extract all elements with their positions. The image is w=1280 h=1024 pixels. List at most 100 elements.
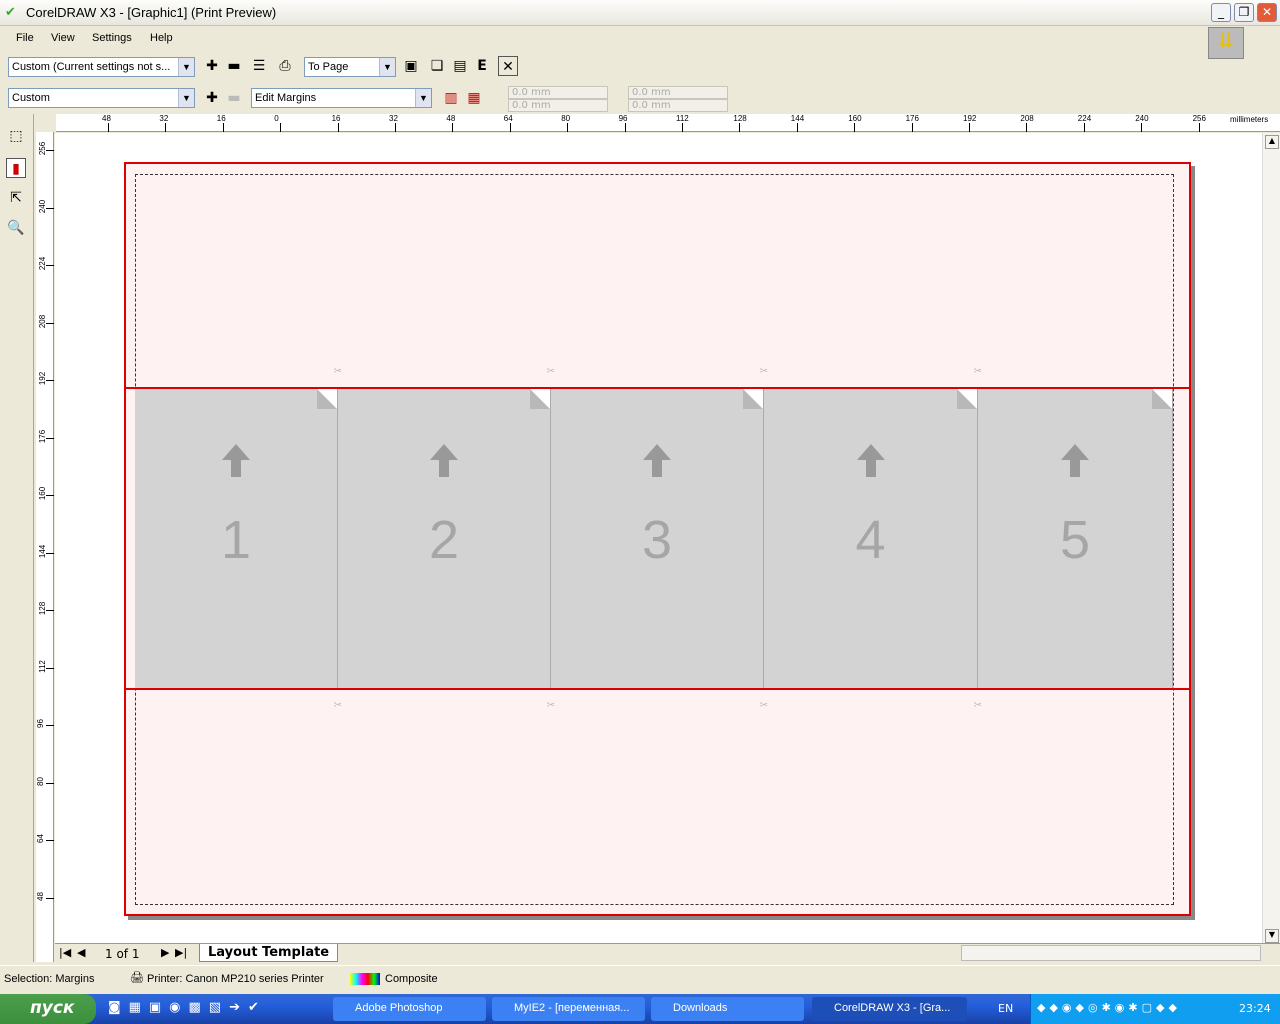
color-icon [350, 973, 380, 985]
vertical-ruler: 256 240 224 208 192 176 160 144 128 112 96 80 64 48 [36, 132, 54, 962]
color-mode-status: Composite [385, 973, 438, 985]
zoom-select[interactable]: To Page ▼ [304, 57, 396, 77]
ruler-tick [46, 437, 54, 439]
ruler-label: 80 [561, 114, 571, 123]
ruler-label: 48 [35, 891, 45, 901]
last-page-button[interactable]: ▶| [175, 946, 187, 959]
cut-mark-icon: ✂ [546, 700, 556, 711]
printer-icon[interactable]: ⎙ [275, 56, 295, 76]
menu-file[interactable]: File [16, 32, 34, 44]
window-title: CorelDRAW X3 - [Graphic1] (Print Preview… [26, 5, 277, 20]
cut-mark-icon: ✂ [333, 366, 343, 377]
ruler-tick [911, 123, 913, 132]
ruler-tick [452, 123, 454, 132]
task-myie2[interactable]: MyIE2 - [переменная... [492, 997, 645, 1021]
printer-icon: 🖨 [130, 971, 144, 984]
ruler-tick [46, 265, 54, 266]
ruler-label: 112 [37, 659, 47, 673]
ruler-label: 224 [38, 256, 48, 271]
app-icon: ✔ [5, 5, 16, 20]
emulsion-icon[interactable]: E [472, 56, 492, 76]
remove-preset-icon[interactable]: ▬ [224, 56, 244, 76]
marks-tool-icon[interactable]: ⇱ [6, 188, 26, 208]
ruler-label: 192 [38, 371, 48, 386]
layout-select[interactable]: Custom ▼ [8, 88, 195, 108]
next-page-button[interactable]: ▶ [161, 946, 169, 959]
full-screen-icon[interactable]: ▣ [401, 56, 421, 76]
ruler-label: 176 [905, 114, 919, 123]
scroll-up-button[interactable]: ▲ [1265, 135, 1279, 149]
preset-value: Custom (Current settings not s... [12, 61, 171, 73]
ruler-label: 16 [216, 114, 226, 123]
margin-top-field[interactable]: 0.0 mm [508, 86, 608, 99]
selection-status: Selection: Margins [4, 973, 95, 985]
horizontal-scrollbar[interactable] [961, 945, 1261, 961]
ruler-label: 240 [38, 199, 48, 213]
ruler-tick [395, 123, 396, 132]
task-coreldraw[interactable]: CorelDRAW X3 - [Gra... [812, 997, 967, 1021]
task-downloads[interactable]: Downloads [651, 997, 804, 1021]
page-counter: 1 of 1 [105, 947, 140, 961]
edit-mode-select[interactable]: Edit Margins ▼ [251, 88, 432, 108]
menu-view[interactable]: View [51, 32, 75, 44]
zoom-value: To Page [308, 61, 349, 73]
language-indicator[interactable]: EN [998, 1002, 1013, 1015]
film-icon[interactable]: ▤ [450, 56, 470, 76]
task-photoshop[interactable]: Adobe Photoshop [333, 997, 486, 1021]
restore-button[interactable]: ❐ [1234, 3, 1254, 22]
ruler-tick [46, 667, 54, 669]
vertical-scrollbar[interactable]: ▲ ▼ [1262, 133, 1280, 945]
color-separations-icon[interactable]: ❏ [427, 56, 447, 76]
add-preset-icon[interactable]: ✚ [202, 56, 222, 76]
start-label: пуск [30, 998, 75, 1018]
close-button[interactable]: ✕ [1257, 3, 1277, 22]
ruler-tick [1198, 123, 1200, 132]
ruler-label: 112 [676, 114, 689, 123]
menu-settings[interactable]: Settings [92, 32, 132, 44]
ruler-label: 32 [159, 114, 169, 123]
ruler-label: 240 [1135, 114, 1149, 123]
first-page-button[interactable]: |◀ [59, 946, 71, 959]
ruler-label: 64 [503, 114, 513, 123]
ruler-tick [108, 123, 109, 132]
tray-icons[interactable]: ◆◆◉◆◎✱◉✱▢◆◆ [1037, 1001, 1181, 1014]
scroll-down-button[interactable]: ▼ [1265, 929, 1279, 943]
add-layout-icon[interactable]: ✚ [202, 88, 222, 108]
ruler-tick [1141, 123, 1143, 132]
start-button[interactable]: пуск [0, 994, 96, 1024]
chevron-down-icon: ▼ [415, 89, 431, 107]
taskbar: пуск ◙▦▣◉▩▧➔✔ Adobe Photoshop MyIE2 - [п… [0, 994, 1280, 1024]
ruler-label: 128 [733, 114, 747, 123]
margin-bottom-field[interactable]: 0.0 mm [508, 99, 608, 112]
ruler-label: 208 [1020, 114, 1034, 123]
minimize-button[interactable]: _ [1211, 3, 1231, 22]
ruler-label: 160 [848, 114, 862, 123]
auto-gutter-icon[interactable]: ▦ [464, 88, 484, 108]
ruler-tick [46, 150, 54, 151]
menu-help[interactable]: Help [150, 32, 173, 44]
printer-status: Printer: Canon MP210 series Printer [147, 973, 324, 985]
ruler-tick [46, 380, 54, 381]
prev-page-button[interactable]: ◀ [77, 946, 85, 959]
margin-right-field[interactable]: 0.0 mm [628, 99, 728, 112]
print-options-icon[interactable]: ☰ [249, 56, 269, 76]
ruler-tick [1083, 123, 1085, 132]
ruler-label: 192 [963, 114, 977, 123]
gutter-icon[interactable]: ▥ [441, 88, 461, 108]
ruler-label: 208 [38, 314, 48, 328]
zoom-tool-icon[interactable]: 🔍 [6, 218, 26, 238]
cut-mark-icon: ✂ [973, 366, 983, 377]
margin-left-field[interactable]: 0.0 mm [628, 86, 728, 99]
preset-select[interactable]: Custom (Current settings not s... ▼ [8, 57, 195, 77]
edit-mode-value: Edit Margins [255, 92, 317, 104]
quick-launch-icons[interactable]: ◙▦▣◉▩▧➔✔ [108, 1000, 267, 1015]
pick-tool-icon[interactable]: ⬚ [6, 126, 26, 146]
close-preview-icon[interactable]: ✕ [498, 56, 518, 76]
ruler-tick [280, 123, 282, 132]
tab-layout-template[interactable]: Layout Template [199, 944, 339, 962]
imposition-tool-icon[interactable]: ▮ [6, 158, 26, 178]
chevron-down-icon: ▼ [178, 89, 194, 107]
ruler-tick [46, 610, 54, 611]
title-bar: ✔ CorelDRAW X3 - [Graphic1] (Print Previ… [0, 0, 1280, 26]
remove-layout-icon[interactable]: ▬ [224, 88, 244, 108]
